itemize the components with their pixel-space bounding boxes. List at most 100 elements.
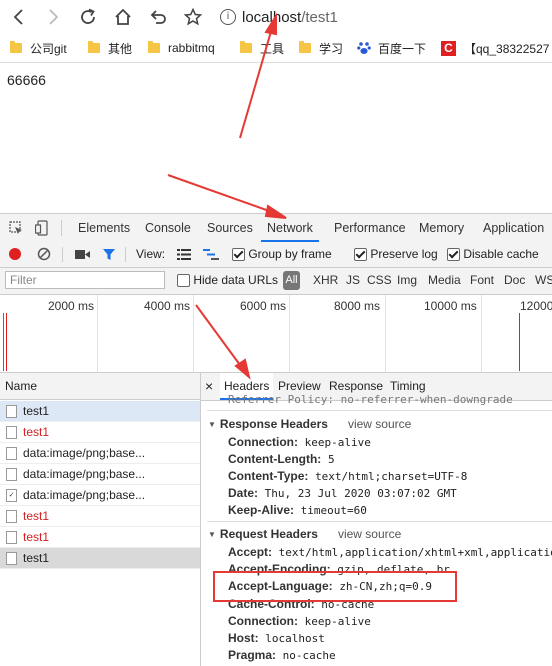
- header-value: no-cache: [282, 649, 336, 662]
- filter-input[interactable]: Filter: [5, 271, 165, 289]
- inspect-element-icon[interactable]: [9, 221, 23, 235]
- request-name: test1: [23, 550, 50, 565]
- expand-triangle-icon: ▼: [208, 530, 216, 539]
- bookmark-star-icon[interactable]: [180, 4, 206, 30]
- header-key: Pragma:: [228, 648, 277, 662]
- tab-elements[interactable]: Elements: [78, 214, 130, 242]
- devtools-tab-bar: Elements Console Sources Network Perform…: [0, 213, 552, 243]
- type-filter-font[interactable]: Font: [470, 273, 494, 287]
- bookmark-folder[interactable]: 公司git: [10, 40, 67, 56]
- group-by-frame-checkbox[interactable]: [232, 248, 245, 262]
- document-file-icon: [6, 404, 17, 418]
- type-filter-media[interactable]: Media: [428, 273, 461, 287]
- bookmark-label: 公司git: [30, 41, 67, 56]
- request-row[interactable]: test1: [0, 548, 200, 569]
- expand-triangle-icon: ▼: [208, 420, 216, 429]
- group-by-frame-option[interactable]: Group by frame: [232, 247, 332, 262]
- type-filter-ws[interactable]: WS: [535, 273, 552, 287]
- clear-icon[interactable]: [37, 247, 51, 261]
- large-rows-icon[interactable]: [177, 249, 191, 260]
- url-path: /test1: [301, 8, 338, 26]
- site-info-icon[interactable]: i: [220, 9, 236, 25]
- undo-icon[interactable]: [145, 4, 171, 30]
- divider: [61, 220, 62, 236]
- tab-sources[interactable]: Sources: [207, 214, 253, 242]
- home-icon[interactable]: [110, 4, 136, 30]
- record-icon[interactable]: [9, 248, 21, 260]
- close-details-icon[interactable]: ×: [205, 373, 213, 400]
- type-filter-xhr[interactable]: XHR: [313, 273, 338, 287]
- tab-network[interactable]: Network: [261, 214, 319, 242]
- divider: [125, 247, 126, 262]
- folder-icon: [88, 41, 100, 53]
- header-line: Content-Type: text/html;charset=UTF-8: [228, 469, 467, 483]
- hide-data-urls-label: Hide data URLs: [193, 273, 279, 287]
- request-row[interactable]: data:image/png;base...: [0, 443, 200, 464]
- document-file-icon: [6, 446, 17, 460]
- type-filter-doc[interactable]: Doc: [504, 273, 525, 287]
- referrer-policy-partial: Referrer Policy: no-referrer-when-downgr…: [228, 393, 513, 406]
- column-header-name[interactable]: Name: [0, 373, 200, 400]
- hide-data-urls-option[interactable]: Hide data URLs: [177, 273, 279, 288]
- response-headers-section[interactable]: ▼ Response Headers view source: [208, 417, 411, 431]
- timeline-tick: 10000 ms: [424, 299, 477, 313]
- bookmark-baidu[interactable]: 百度一下: [357, 40, 426, 56]
- screenshot-camera-icon[interactable]: [75, 249, 90, 260]
- reload-icon[interactable]: [75, 4, 101, 30]
- disable-cache-checkbox[interactable]: [447, 248, 460, 262]
- tab-application[interactable]: Application: [483, 214, 544, 242]
- header-key: Connection:: [228, 435, 298, 449]
- bookmark-folder[interactable]: 其他: [88, 40, 132, 56]
- preserve-log-option[interactable]: Preserve log: [354, 247, 438, 262]
- request-name: test1: [23, 403, 50, 418]
- document-file-icon: [6, 551, 17, 565]
- request-row[interactable]: test1: [0, 422, 200, 443]
- tab-memory[interactable]: Memory: [419, 214, 464, 242]
- type-filter-img[interactable]: Img: [397, 273, 417, 287]
- back-icon[interactable]: [6, 4, 32, 30]
- request-row[interactable]: test1: [0, 401, 200, 422]
- request-headers-section[interactable]: ▼ Request Headers view source: [208, 527, 401, 541]
- csdn-icon: C: [441, 40, 456, 56]
- header-value: text/html,application/xhtml+xml,applicat…: [278, 546, 552, 559]
- network-timeline-overview[interactable]: 2000 ms 4000 ms 6000 ms 8000 ms 10000 ms…: [0, 295, 552, 373]
- preserve-log-label: Preserve log: [370, 247, 438, 261]
- device-toolbar-icon[interactable]: [35, 220, 49, 236]
- disable-cache-option[interactable]: Disable cache: [447, 247, 539, 262]
- filter-funnel-icon[interactable]: [102, 248, 116, 261]
- disable-cache-label: Disable cache: [463, 247, 539, 261]
- hide-data-urls-checkbox[interactable]: [177, 274, 190, 288]
- forward-icon[interactable]: [40, 4, 66, 30]
- view-source-link[interactable]: view source: [348, 417, 411, 431]
- bookmark-folder[interactable]: rabbitmq: [148, 40, 215, 56]
- load-marker: [519, 313, 520, 371]
- bookmark-folder[interactable]: 工具: [240, 40, 284, 56]
- header-line: Content-Length: 5: [228, 452, 335, 466]
- waterfall-overview-icon[interactable]: [203, 249, 219, 260]
- request-row[interactable]: ✓ data:image/png;base...: [0, 485, 200, 506]
- header-value: Thu, 23 Jul 2020 03:07:02 GMT: [264, 487, 457, 500]
- tab-console[interactable]: Console: [145, 214, 191, 242]
- divider: [207, 521, 552, 522]
- load-marker: [6, 313, 7, 371]
- type-filter-all[interactable]: All: [283, 271, 300, 290]
- type-filter-js[interactable]: JS: [346, 273, 360, 287]
- request-row[interactable]: test1: [0, 527, 200, 548]
- address-bar[interactable]: i localhost/test1: [212, 4, 552, 30]
- request-name: test1: [23, 424, 50, 439]
- bookmark-folder[interactable]: 学习: [299, 40, 343, 56]
- timeline-tick: 8000 ms: [334, 299, 381, 313]
- tab-performance[interactable]: Performance: [334, 214, 406, 242]
- bookmark-label: 其他: [108, 41, 133, 56]
- request-row[interactable]: data:image/png;base...: [0, 464, 200, 485]
- request-row[interactable]: test1: [0, 506, 200, 527]
- header-line: Date: Thu, 23 Jul 2020 03:07:02 GMT: [228, 486, 457, 500]
- timeline-gridline: [481, 295, 482, 372]
- type-filter-css[interactable]: CSS: [367, 273, 392, 287]
- network-toolbar: View: Group by frame Preserve log Disabl…: [0, 242, 552, 268]
- view-source-link[interactable]: view source: [338, 527, 401, 541]
- request-details-panel: × Headers Preview Response Timing Referr…: [201, 373, 552, 666]
- divider: [62, 247, 63, 262]
- preserve-log-checkbox[interactable]: [354, 248, 367, 262]
- bookmark-csdn[interactable]: C 【qq_38322527: [441, 40, 549, 56]
